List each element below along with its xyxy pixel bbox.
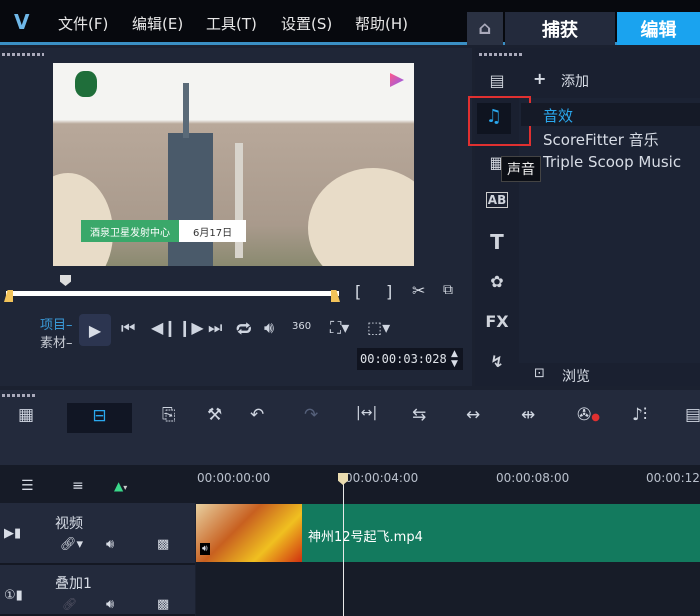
play-button[interactable]: ▶ [79,314,111,346]
fit-project-icon[interactable]: |↔| [356,405,377,421]
track-manager-icon[interactable]: ☰ [21,478,34,494]
media-icon[interactable]: ▤ [483,71,511,90]
track-name: 叠加1 [55,576,92,592]
ruler-tick: 00:00:12 [646,471,700,485]
video-track-icon: ▶▮ [4,526,22,541]
previous-frame-icon[interactable]: ◀❙ [151,318,177,337]
mute-icon[interactable]: 🔊︎ [106,597,114,612]
video-track-header [0,503,195,565]
menu-help[interactable]: 帮助(H) [355,13,408,34]
mark-in-button[interactable]: [ [355,282,361,301]
video-preview: 酒泉卫星发射中心 6月17日 [53,63,414,266]
crop-select-icon[interactable]: ⬚▾ [367,318,390,337]
mode-clip[interactable]: 素材– [40,332,73,351]
clip-thumbnail [196,504,302,562]
split-icon[interactable]: ↔ [466,405,480,425]
ruler-tick: 00:00:08:00 [496,471,570,485]
timecode-spinner[interactable]: ▲ ▼ [451,349,458,369]
next-frame-icon[interactable]: ❙▶ [178,318,204,337]
replace-mode-icon[interactable]: ⎘ [162,405,176,425]
ruler-tick: 00:00:04:00 [345,471,419,485]
clip-audio-icon: 🔊︎ [200,543,210,555]
tools-icon[interactable]: ⚒ [207,405,222,425]
overlay-track [196,565,700,616]
panel-grip[interactable] [2,53,44,56]
timeline-view-button[interactable]: ⊟ [67,403,132,433]
playhead[interactable] [343,478,344,616]
record-icon[interactable]: ✇● [577,405,600,425]
ruler-tick: 00:00:00:00 [197,471,271,485]
tower-mast [183,83,189,138]
title-icon[interactable]: T [483,230,511,254]
more-icon[interactable]: ▤ [685,405,700,425]
menu-edit[interactable]: 编辑(E) [132,13,183,34]
expand-icon[interactable]: ⇹ [521,405,535,425]
panel-grip[interactable] [2,394,35,397]
launch-tower [168,133,213,266]
track-name: 视频 [55,516,83,532]
lower-third-date: 6月17日 [179,220,247,242]
link-icon: 🔗︎ [62,597,78,611]
snapshot-icon[interactable]: ⧉ [443,282,453,298]
watermark-logo [390,73,404,87]
mark-out-button[interactable]: ] [386,282,392,301]
browse-icon[interactable]: ⊡ [534,366,545,381]
menu-tools[interactable]: 工具(T) [206,13,257,34]
clip-name: 神州12号起飞.mp4 [308,530,423,545]
graphics-icon[interactable]: ✿ [483,272,511,291]
overlay-track-icon: ①▮ [4,588,23,603]
lower-third-location: 酒泉卫星发射中心 [81,220,179,242]
volume-icon[interactable]: 🔊︎ [264,318,274,338]
menu-bar: V 文件(F) 编辑(E) 工具(T) 设置(S) 帮助(H) ⌂ 捕获 编辑 [0,0,700,45]
library-item-scorefitter[interactable]: ScoreFitter 音乐 [543,129,659,150]
scissors-icon[interactable]: ✂ [412,281,425,300]
audio-mixer-icon[interactable]: ♪⫶ [632,405,647,425]
menu-settings[interactable]: 设置(S) [281,13,332,34]
menu-file[interactable]: 文件(F) [58,13,108,34]
repeat-icon[interactable]: 🔁︎ [236,318,252,341]
add-icon[interactable]: + [533,69,546,88]
tab-edit[interactable]: 编辑 [617,12,700,45]
channel-logo [75,71,97,97]
motion-path-icon[interactable]: ↯ [483,352,511,371]
library-item-triple-scoop[interactable]: Triple Scoop Music [543,153,681,171]
aspect-ratio-icon[interactable]: ⛶▾ [330,318,349,338]
fx-icon[interactable]: FX [483,312,511,331]
transparency-icon[interactable]: ▩ [157,597,169,612]
redo-icon: ↷ [304,405,319,425]
tab-capture[interactable]: 捕获 [505,12,615,45]
app-logo: V [14,10,30,34]
panel-grip[interactable] [479,53,524,56]
360-view-icon[interactable]: 360 [292,321,311,332]
add-track-icon[interactable]: ≡ [72,478,84,494]
transition-icon[interactable]: AB [486,192,508,208]
mode-project[interactable]: 项目– [40,314,73,333]
lower-third: 酒泉卫星发射中心 6月17日 [81,220,247,242]
chapter-marker-icon[interactable]: ▲▾ [114,479,127,493]
storyboard-view-icon[interactable]: ▦ [18,405,34,425]
trim-icon[interactable]: ⇆ [412,405,426,425]
library-item-sound-effects[interactable]: 音效 [543,105,573,126]
link-icon[interactable]: 🔗︎▾ [60,537,83,552]
timecode-field[interactable]: 00:00:03:028 [357,348,463,370]
mute-icon[interactable]: 🔊︎ [106,537,114,552]
trim-bar[interactable] [6,291,339,296]
tab-home[interactable]: ⌂ [467,12,503,45]
add-button[interactable]: 添加 [561,71,589,91]
transparency-icon[interactable]: ▩ [157,537,169,552]
undo-icon[interactable]: ↶ [250,405,264,425]
go-to-start-icon[interactable]: ⏮ [121,318,135,338]
go-to-end-icon[interactable]: ⏭ [208,318,222,338]
tooltip: 声音 [501,156,541,182]
smoke [308,168,414,266]
browse-button[interactable]: 浏览 [562,366,590,386]
